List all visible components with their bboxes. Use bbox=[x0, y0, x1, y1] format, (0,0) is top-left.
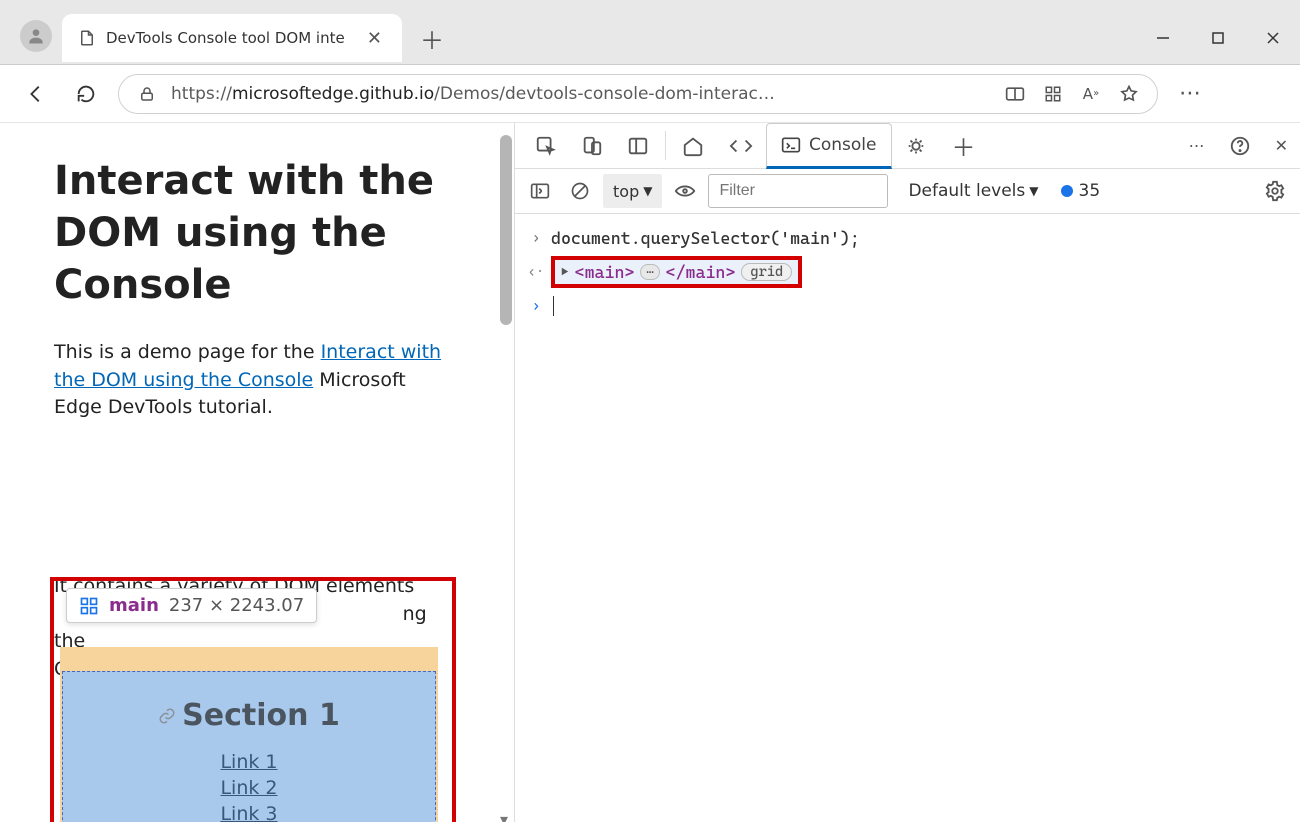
console-icon bbox=[781, 136, 801, 154]
console-input-code: document.querySelector('main'); bbox=[551, 228, 860, 248]
input-caret-icon bbox=[527, 230, 545, 246]
reader-icon[interactable] bbox=[1001, 80, 1029, 108]
prompt-caret-icon bbox=[527, 298, 545, 314]
lock-icon bbox=[133, 80, 161, 108]
address-bar-row: https://microsoftedge.github.io/Demos/de… bbox=[0, 65, 1300, 123]
context-selector[interactable]: top ▼ bbox=[603, 174, 662, 208]
debugger-tab[interactable] bbox=[892, 123, 940, 168]
section-link[interactable]: Link 2 bbox=[63, 777, 435, 799]
tab-close-button[interactable]: ✕ bbox=[363, 26, 386, 51]
inspect-button[interactable] bbox=[523, 123, 569, 168]
console-filter-input[interactable] bbox=[708, 174, 888, 208]
live-expression-button[interactable] bbox=[668, 174, 702, 208]
minimize-button[interactable] bbox=[1135, 18, 1190, 58]
maximize-button[interactable] bbox=[1190, 18, 1245, 58]
devtools-help-button[interactable] bbox=[1217, 135, 1263, 157]
toggle-sidebar-button[interactable] bbox=[523, 174, 557, 208]
issues-badge[interactable]: 35 bbox=[1061, 181, 1101, 201]
close-window-button[interactable] bbox=[1245, 18, 1300, 58]
tooltip-dimensions: 237 × 2243.07 bbox=[169, 595, 304, 616]
page-icon bbox=[78, 28, 98, 48]
read-aloud-icon[interactable]: A» bbox=[1077, 80, 1105, 108]
console-tab-label: Console bbox=[809, 135, 877, 155]
url-text: https://microsoftedge.github.io/Demos/de… bbox=[171, 84, 991, 104]
element-hover-tooltip: main 237 × 2243.07 bbox=[66, 588, 317, 623]
text-cursor bbox=[553, 296, 554, 316]
output-tag-open: <main> bbox=[575, 262, 635, 282]
console-prompt-row[interactable] bbox=[523, 292, 1292, 320]
link-icon bbox=[158, 707, 176, 725]
refresh-button[interactable] bbox=[68, 76, 104, 112]
device-toggle-button[interactable] bbox=[569, 123, 615, 168]
section-heading: Section 1 bbox=[158, 698, 340, 733]
browser-more-button[interactable]: ⋯ bbox=[1172, 76, 1208, 112]
browser-titlebar: DevTools Console tool DOM inte ✕ ＋ bbox=[0, 0, 1300, 65]
address-bar[interactable]: https://microsoftedge.github.io/Demos/de… bbox=[118, 74, 1158, 114]
element-highlight-content: Section 1 Link 1 Link 2 Link 3 Link 4 Li… bbox=[62, 671, 436, 822]
console-output: document.querySelector('main'); ‹· ▶ <ma… bbox=[515, 214, 1300, 330]
ellipsis-icon[interactable]: ⋯ bbox=[640, 264, 659, 280]
intro-paragraph: This is a demo page for the Interact wit… bbox=[54, 339, 444, 422]
elements-tab[interactable] bbox=[716, 123, 766, 168]
console-tab[interactable]: Console bbox=[766, 123, 892, 169]
tab-title: DevTools Console tool DOM inte bbox=[106, 29, 355, 47]
devtools-tabbar: Console ＋ ⋯ ✕ bbox=[515, 123, 1300, 169]
issue-dot-icon bbox=[1061, 185, 1073, 197]
output-caret-icon: ‹· bbox=[527, 264, 545, 280]
scrollbar[interactable]: ▴ ▾ bbox=[498, 129, 512, 822]
devtools-close-button[interactable]: ✕ bbox=[1263, 136, 1300, 155]
back-button[interactable] bbox=[18, 76, 54, 112]
console-output-element[interactable]: ▶ <main> ⋯ </main> grid bbox=[551, 256, 802, 288]
dock-button[interactable] bbox=[615, 123, 661, 168]
console-toolbar: top ▼ Default levels ▼ 35 bbox=[515, 169, 1300, 214]
output-tag-close: </main> bbox=[666, 262, 736, 282]
new-tab-button[interactable]: ＋ bbox=[420, 21, 444, 56]
scrollbar-thumb[interactable] bbox=[500, 135, 512, 325]
grid-icon bbox=[79, 596, 99, 616]
welcome-tab[interactable] bbox=[670, 123, 716, 168]
favorite-icon[interactable] bbox=[1115, 80, 1143, 108]
console-output-row: ‹· ▶ <main> ⋯ </main> grid bbox=[523, 252, 1292, 292]
browser-tab[interactable]: DevTools Console tool DOM inte ✕ bbox=[62, 14, 402, 62]
page-heading: Interact with the DOM using the Console bbox=[54, 155, 444, 311]
profile-avatar[interactable] bbox=[20, 20, 52, 52]
console-input-row: document.querySelector('main'); bbox=[523, 224, 1292, 252]
webpage-pane: Interact with the DOM using the Console … bbox=[0, 123, 515, 822]
section-link[interactable]: Link 1 bbox=[63, 751, 435, 773]
section-links: Link 1 Link 2 Link 3 Link 4 Link 5 Link … bbox=[63, 751, 435, 822]
log-levels-selector[interactable]: Default levels ▼ bbox=[908, 181, 1038, 201]
devtools-pane: Console ＋ ⋯ ✕ top ▼ Default levels ▼ bbox=[515, 123, 1300, 822]
tooltip-tagname: main bbox=[109, 595, 159, 616]
grid-badge[interactable]: grid bbox=[741, 263, 792, 281]
expand-triangle-icon[interactable]: ▶ bbox=[561, 265, 569, 280]
clear-console-button[interactable] bbox=[563, 174, 597, 208]
section-link[interactable]: Link 3 bbox=[63, 803, 435, 822]
add-tab-button[interactable]: ＋ bbox=[940, 123, 988, 168]
apps-icon[interactable] bbox=[1039, 80, 1067, 108]
console-settings-button[interactable] bbox=[1258, 174, 1292, 208]
devtools-more-button[interactable]: ⋯ bbox=[1177, 136, 1217, 155]
